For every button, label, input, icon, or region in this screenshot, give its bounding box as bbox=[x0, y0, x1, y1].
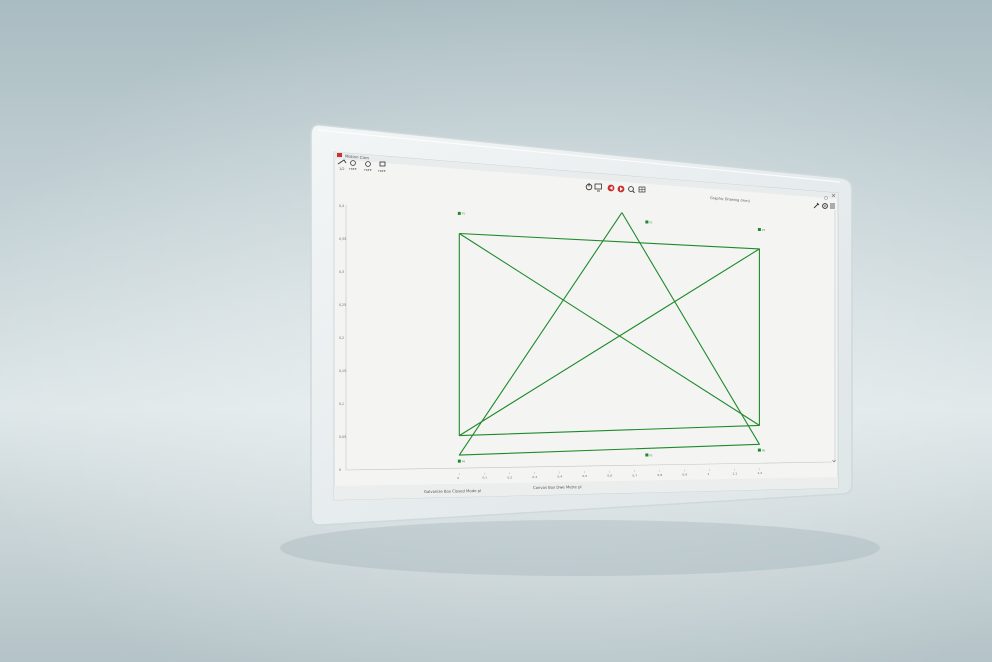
point-marker[interactable] bbox=[757, 448, 761, 452]
footer-left: Galvanize Box Closed Mode pl bbox=[424, 488, 481, 494]
point-marker[interactable] bbox=[645, 453, 649, 457]
footer-center: Canvas Box Dwe Metre pl bbox=[533, 484, 582, 490]
x-tick-label: 0 bbox=[457, 476, 459, 480]
point-marker[interactable] bbox=[645, 220, 649, 224]
x-tick-label: 0,1 bbox=[482, 476, 487, 480]
toolbar-label-1: 1/2 bbox=[339, 167, 345, 171]
touch-panel: Motion Cam 1/2 FREE FREE FREE Graphic Dr… bbox=[310, 124, 853, 526]
point-marker-label: P2 bbox=[649, 220, 653, 224]
y-tick-label: 0,05 bbox=[339, 435, 346, 439]
point-marker-label: P5 bbox=[649, 453, 653, 457]
x-tick-label: 0,5 bbox=[582, 474, 587, 478]
app-logo-icon bbox=[337, 153, 342, 157]
x-tick-label: 0,3 bbox=[532, 475, 537, 479]
y-tick-label: 0,35 bbox=[339, 237, 346, 241]
x-tick-label: 0,6 bbox=[607, 474, 612, 478]
play-icon[interactable] bbox=[617, 185, 625, 193]
x-tick-label: 0,4 bbox=[557, 475, 562, 479]
toolbar-label-2: FREE bbox=[349, 167, 357, 171]
point-marker[interactable] bbox=[457, 459, 461, 463]
y-tick-label: 0,15 bbox=[339, 369, 346, 373]
x-tick-label: 1 bbox=[707, 472, 709, 476]
toolbar-label-4: FREE bbox=[378, 169, 386, 173]
point-marker[interactable] bbox=[757, 228, 761, 232]
y-tick-label: 0,4 bbox=[339, 204, 344, 208]
point-marker[interactable] bbox=[457, 211, 461, 215]
point-marker-label: P6 bbox=[762, 448, 766, 452]
point-marker-label: P1 bbox=[462, 212, 466, 216]
screen bbox=[333, 151, 839, 501]
y-tick-label: 0,3 bbox=[339, 270, 344, 274]
x-tick-label: 1,2 bbox=[757, 471, 762, 475]
toolbar-label-3: FREE bbox=[364, 168, 372, 172]
x-tick-label: 1,1 bbox=[732, 472, 737, 476]
x-tick-label: 0,7 bbox=[632, 473, 637, 477]
rewind-icon[interactable] bbox=[607, 184, 615, 192]
y-tick-label: 0,25 bbox=[339, 303, 346, 307]
y-tick-label: 0,2 bbox=[339, 336, 344, 340]
y-tick-label: 0,1 bbox=[339, 402, 344, 406]
point-marker-label: P3 bbox=[762, 228, 766, 232]
x-tick-label: 0,8 bbox=[657, 473, 662, 477]
y-tick-label: 0 bbox=[339, 468, 341, 472]
x-tick-label: 0,2 bbox=[507, 475, 512, 479]
x-tick-label: 0,9 bbox=[682, 472, 687, 476]
point-marker-label: P4 bbox=[462, 459, 466, 463]
